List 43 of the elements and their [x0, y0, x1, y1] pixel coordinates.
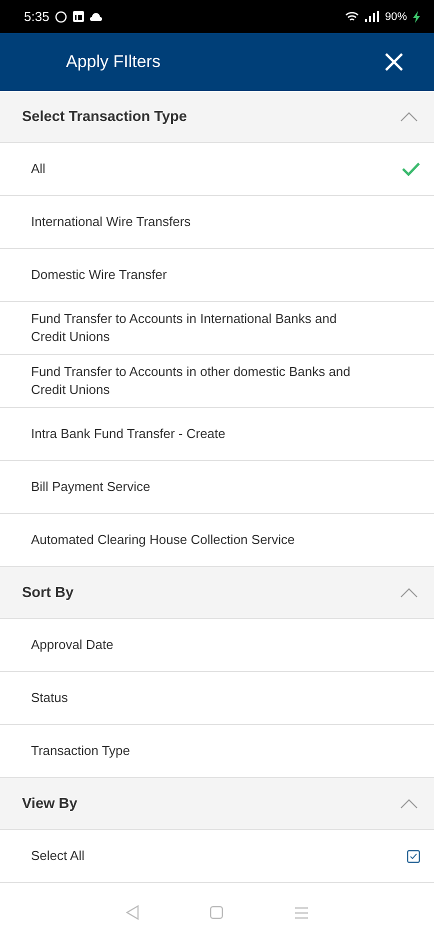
option-label: Status: [31, 689, 69, 707]
option-label: International Wire Transfers: [31, 213, 192, 231]
option-label: All: [31, 160, 46, 178]
filter-option[interactable]: Select All: [0, 830, 434, 883]
option-label: Transaction Type: [31, 742, 131, 760]
signal-icon: [364, 11, 379, 22]
home-icon[interactable]: [210, 906, 224, 919]
option-label: Fund Transfer to Accounts in other domestic Banks and Credit Unions: [31, 363, 352, 399]
section-header[interactable]: Select Transaction Type: [0, 91, 434, 143]
section-title: Sort By: [22, 584, 75, 600]
option-label: Fund Transfer to Accounts in International Banks and Credit Unions: [31, 310, 338, 346]
filter-option[interactable]: Approval Date: [0, 619, 434, 672]
checkbox[interactable]: [407, 850, 420, 862]
filter-option[interactable]: International Wire Transfers: [0, 196, 434, 249]
filter-option[interactable]: Fund Transfer to Accounts in other domestic Banks and Credit Unions: [0, 355, 434, 408]
wifi-icon: [344, 10, 359, 22]
filter-option[interactable]: Fund Transfer to Accounts in International Banks and Credit Unions: [0, 302, 434, 355]
option-label: Domestic Wire Transfer: [31, 266, 168, 284]
option-label: Approval Date: [31, 636, 114, 654]
filter-option[interactable]: Domestic Wire Transfer: [0, 249, 434, 302]
option-label: Select All: [31, 847, 86, 865]
battery-level: 90%: [384, 10, 407, 22]
menu-icon[interactable]: [295, 906, 308, 918]
section-header[interactable]: Sort By: [0, 567, 434, 619]
chevron-icon: [400, 112, 418, 122]
close-button[interactable]: [384, 52, 404, 72]
header-title: Apply FIlters: [66, 52, 162, 72]
charging-icon: [413, 10, 420, 22]
section-header[interactable]: View By: [0, 778, 434, 830]
section-title: Select Transaction Type: [22, 108, 188, 124]
section-title: View By: [22, 796, 78, 812]
filter-option[interactable]: Bill Payment Service: [0, 461, 434, 514]
option-label: Automated Clearing House Collection Service: [31, 531, 296, 549]
back-icon[interactable]: [126, 905, 139, 920]
option-label: Intra Bank Fund Transfer - Create: [31, 425, 226, 443]
chevron-icon: [400, 798, 418, 808]
filter-option[interactable]: Status: [0, 672, 434, 725]
cloud-icon: [90, 12, 102, 20]
filter-option[interactable]: All: [0, 143, 434, 196]
filter-option[interactable]: Intra Bank Fund Transfer - Create: [0, 408, 434, 461]
chevron-icon: [400, 588, 418, 598]
option-label: Bill Payment Service: [31, 478, 152, 496]
status-time: 5:35: [24, 9, 50, 24]
